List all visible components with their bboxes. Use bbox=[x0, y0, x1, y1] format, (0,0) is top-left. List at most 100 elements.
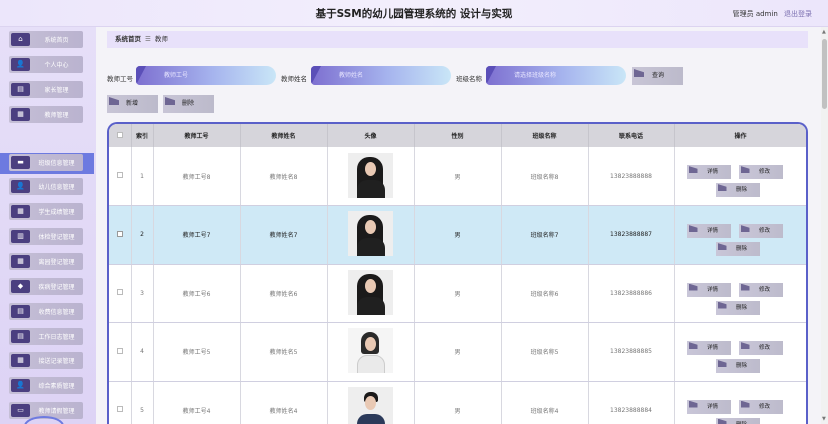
sidebar-item[interactable]: ▦ 教师管理 bbox=[9, 106, 83, 123]
gender-cell: 男 bbox=[414, 205, 502, 265]
detail-button[interactable]: 详情 bbox=[686, 224, 731, 238]
breadcrumb: 系统首页 ☰ 教师 bbox=[107, 31, 808, 48]
sidebar-item[interactable]: ▬ 班级信息管理 bbox=[9, 154, 83, 171]
avatar bbox=[348, 152, 393, 198]
row-checkbox-cell[interactable] bbox=[109, 381, 132, 424]
sidebar-item[interactable]: ▤ 家长管理 bbox=[9, 81, 83, 98]
table-row[interactable]: 2 教师工号7 教师姓名7 男班级名称7 13823888887 详情 修改 删除 bbox=[109, 205, 806, 265]
batch-delete-button[interactable]: 删除 bbox=[163, 95, 214, 113]
table-row[interactable]: 1 教师工号8 教师姓名8 男班级名称8 13823888888 详情 修改 删除 bbox=[109, 147, 806, 206]
table-row[interactable]: 4 教师工号5 教师姓名5 男班级名称5 13823888885 详情 修改 删除 bbox=[109, 322, 806, 382]
teacher-no-cell: 教师工号5 bbox=[153, 322, 241, 382]
gender-cell: 男 bbox=[414, 147, 502, 206]
teacher-no-input[interactable]: 教师工号 bbox=[136, 66, 276, 85]
ops-cell: 详情 修改删除 bbox=[674, 381, 806, 424]
detail-button-label: 详情 bbox=[706, 228, 718, 234]
gender-cell: 男 bbox=[414, 264, 502, 323]
page-scrollbar[interactable]: ▲ ▼ bbox=[821, 27, 828, 424]
sidebar-item[interactable]: 👤 幼儿信息管理 bbox=[9, 178, 83, 195]
detail-button[interactable]: 详情 bbox=[686, 399, 731, 414]
sidebar-item-label: 教师请假管理 bbox=[38, 408, 75, 415]
sidebar-item[interactable]: ▤ 工作日志管理 bbox=[9, 328, 83, 345]
delete-button[interactable]: 删除 bbox=[715, 417, 760, 424]
avatar bbox=[348, 386, 393, 424]
teacher-no-cell: 教师工号6 bbox=[153, 264, 241, 323]
doc-icon: ▤ bbox=[11, 83, 30, 96]
sidebar-item[interactable]: ▦ 接送记录管理 bbox=[9, 352, 83, 369]
sidebar-item[interactable]: ▤ 收费信息管理 bbox=[9, 303, 83, 320]
teacher-name-cell: 教师姓名6 bbox=[240, 264, 328, 323]
edit-button-label: 修改 bbox=[758, 228, 770, 234]
detail-button[interactable]: 详情 bbox=[686, 341, 731, 355]
scroll-down-icon[interactable]: ▼ bbox=[822, 416, 826, 422]
search-label-class-name: 班级名称 bbox=[456, 75, 482, 83]
sidebar-item[interactable]: 👤 个人中心 bbox=[9, 56, 83, 73]
phone-cell: 13823888884 bbox=[588, 381, 675, 424]
phone-cell: 13823888885 bbox=[588, 322, 675, 382]
teacher-name-cell: 教师姓名5 bbox=[240, 322, 328, 382]
app-title: 基于SSM的幼儿园管理系统的 设计与实现 bbox=[315, 8, 513, 20]
add-button[interactable]: 新增 bbox=[107, 95, 158, 113]
delete-button[interactable]: 删除 bbox=[715, 300, 760, 315]
teacher-name-cell: 教师姓名8 bbox=[240, 147, 328, 206]
teacher-table: 索引 教师工号 教师姓名 头像 性别 班级名称 联系电话 操作 1 教师工号8 教师姓名8 男班级名… bbox=[107, 122, 808, 424]
select-all-checkbox[interactable] bbox=[116, 131, 123, 138]
class-name-select[interactable]: 请选择班级名称 bbox=[486, 66, 626, 85]
scroll-up-icon[interactable]: ▲ bbox=[822, 29, 826, 35]
teacher-name-input[interactable]: 教师姓名 bbox=[311, 66, 451, 85]
breadcrumb-home[interactable]: 系统首页 bbox=[115, 35, 141, 43]
edit-button[interactable]: 修改 bbox=[738, 341, 783, 355]
delete-button[interactable]: 删除 bbox=[715, 359, 760, 373]
column-header: 性别 bbox=[414, 124, 502, 147]
class-name-cell: 班级名称7 bbox=[501, 205, 589, 265]
sidebar-item[interactable]: ⌂ 系统首页 bbox=[9, 31, 83, 48]
user-icon: 👤 bbox=[11, 58, 30, 71]
row-checkbox[interactable] bbox=[116, 347, 123, 354]
sidebar-item-label: 班级信息管理 bbox=[38, 160, 75, 167]
edit-button[interactable]: 修改 bbox=[738, 399, 783, 414]
detail-button-label: 详情 bbox=[706, 286, 718, 293]
row-checkbox-cell[interactable] bbox=[109, 264, 132, 323]
row-checkbox-cell[interactable] bbox=[109, 322, 132, 382]
query-button[interactable]: 查询 bbox=[632, 67, 683, 85]
flag-icon bbox=[688, 166, 698, 173]
search-label-teacher-name: 教师姓名 bbox=[281, 75, 307, 83]
sidebar-item[interactable]: ▦ 学生成绩管理 bbox=[9, 203, 83, 220]
column-header: 头像 bbox=[327, 124, 415, 147]
scrollbar-thumb[interactable] bbox=[822, 39, 827, 109]
row-checkbox-cell[interactable] bbox=[109, 205, 132, 265]
select-all-cell[interactable] bbox=[109, 124, 132, 147]
avatar-cell bbox=[327, 147, 415, 206]
edit-button-label: 修改 bbox=[758, 286, 770, 293]
user-label: 管理员 admin bbox=[732, 10, 778, 18]
flag-icon bbox=[717, 418, 727, 424]
gender-cell: 男 bbox=[414, 322, 502, 382]
edit-button[interactable]: 修改 bbox=[738, 165, 783, 179]
class-name-cell: 班级名称8 bbox=[501, 147, 589, 206]
row-checkbox-cell[interactable] bbox=[109, 147, 132, 206]
table-header-row: 索引 教师工号 教师姓名 头像 性别 班级名称 联系电话 操作 bbox=[109, 124, 806, 147]
edit-button[interactable]: 修改 bbox=[738, 282, 783, 297]
table-row[interactable]: 5教师工号4教师姓名4 男班级名称413823888884 详情 修改删除 bbox=[109, 381, 806, 424]
row-checkbox[interactable] bbox=[116, 230, 123, 237]
teacher-no-cell: 教师工号7 bbox=[153, 205, 241, 265]
sidebar-item[interactable]: ◆ 疾病登记管理 bbox=[9, 278, 83, 295]
table-row[interactable]: 3 教师工号6 教师姓名6 男班级名称6 13823888886 详情 修改 删除 bbox=[109, 264, 806, 323]
row-checkbox[interactable] bbox=[116, 172, 123, 178]
row-checkbox[interactable] bbox=[116, 406, 123, 413]
sidebar-item[interactable]: ▥ 体检登记管理 bbox=[9, 228, 83, 245]
logout-link[interactable]: 退出登录 bbox=[784, 10, 812, 18]
detail-button[interactable]: 详情 bbox=[686, 165, 731, 179]
delete-button-label: 删除 bbox=[735, 363, 747, 369]
sidebar-item-label: 体检登记管理 bbox=[38, 234, 75, 241]
detail-button[interactable]: 详情 bbox=[686, 282, 731, 297]
sidebar-item[interactable]: 👤 综合素质管理 bbox=[9, 377, 83, 394]
delete-button[interactable]: 删除 bbox=[715, 183, 760, 197]
ops-cell: 详情 修改删除 bbox=[674, 205, 806, 265]
column-header: 联系电话 bbox=[588, 124, 675, 147]
row-checkbox[interactable] bbox=[116, 289, 123, 296]
sidebar-item[interactable]: ▦ 离园登记管理 bbox=[9, 253, 83, 270]
delete-button[interactable]: 删除 bbox=[715, 242, 760, 256]
sidebar-item-label: 个人中心 bbox=[44, 62, 69, 69]
edit-button[interactable]: 修改 bbox=[738, 224, 783, 238]
